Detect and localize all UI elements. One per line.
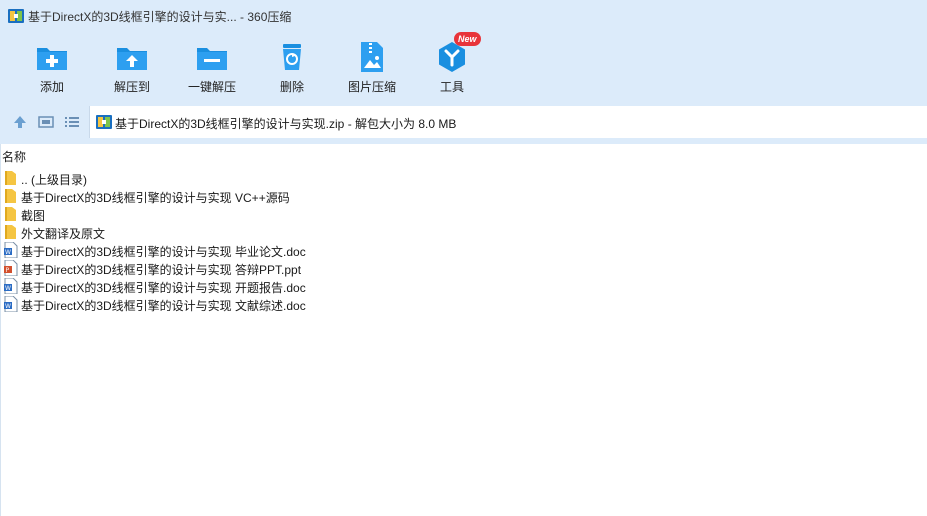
- delete-label: 删除: [279, 80, 304, 94]
- svg-text:W: W: [5, 303, 11, 310]
- file-name: 基于DirectX的3D线框引擎的设计与实现 毕业论文.doc: [21, 245, 306, 259]
- svg-text:P: P: [6, 267, 10, 274]
- archive-app-icon: [8, 9, 24, 23]
- extract-to-button[interactable]: 解压到: [92, 36, 172, 98]
- add-icon: [37, 48, 67, 70]
- list-item-file[interactable]: W 基于DirectX的3D线框引擎的设计与实现 开题报告.doc: [0, 277, 927, 295]
- window-title: 基于DirectX的3D线框引擎的设计与实... - 360压缩: [28, 10, 292, 24]
- svg-text:W: W: [5, 249, 11, 256]
- file-name: 基于DirectX的3D线框引擎的设计与实现 答辩PPT.ppt: [21, 263, 302, 277]
- list-item-file[interactable]: P 基于DirectX的3D线框引擎的设计与实现 答辩PPT.ppt: [0, 259, 927, 277]
- delete-button[interactable]: 删除: [252, 36, 332, 98]
- archive-path-text: 基于DirectX的3D线框引擎的设计与实现.zip - 解包大小为 8.0 M…: [115, 117, 457, 131]
- list-item-file[interactable]: W 基于DirectX的3D线框引擎的设计与实现 文献综述.doc: [0, 295, 927, 313]
- word-document-icon: W: [4, 296, 18, 312]
- list-item-folder[interactable]: 截图: [0, 205, 927, 223]
- list-item-folder[interactable]: 外文翻译及原文: [0, 223, 927, 241]
- folder-icon: [5, 225, 16, 239]
- image-compress-icon: [361, 42, 383, 72]
- image-compress-button[interactable]: 图片压缩: [332, 36, 412, 98]
- add-button[interactable]: 添加: [12, 36, 92, 98]
- column-header[interactable]: 名称: [0, 147, 927, 165]
- folder-icon: [5, 207, 16, 221]
- file-name: 基于DirectX的3D线框引擎的设计与实现 开题报告.doc: [21, 281, 306, 295]
- folder-icon: [5, 171, 16, 185]
- file-name: 基于DirectX的3D线框引擎的设计与实现 VC++源码: [21, 191, 290, 205]
- tools-button[interactable]: New 工具: [412, 32, 492, 98]
- word-document-icon: W: [4, 278, 18, 294]
- list-item-folder[interactable]: 基于DirectX的3D线框引擎的设计与实现 VC++源码: [0, 187, 927, 205]
- column-name-header[interactable]: 名称: [2, 148, 26, 165]
- delete-icon: [283, 44, 301, 70]
- word-document-icon: W: [4, 242, 18, 258]
- extract-to-icon: [117, 48, 147, 70]
- list-item-file[interactable]: W 基于DirectX的3D线框引擎的设计与实现 毕业论文.doc: [0, 241, 927, 259]
- extract-to-label: 解压到: [113, 80, 150, 94]
- new-badge: New: [454, 32, 481, 46]
- folder-icon: [5, 189, 16, 203]
- up-level-icon[interactable]: [12, 114, 28, 130]
- title-bar: 基于DirectX的3D线框引擎的设计与实... - 360压缩: [0, 0, 927, 32]
- path-field[interactable]: 基于DirectX的3D线框引擎的设计与实现.zip - 解包大小为 8.0 M…: [89, 106, 927, 138]
- zip-file-icon: [96, 115, 112, 129]
- image-compress-label: 图片压缩: [347, 80, 396, 94]
- add-label: 添加: [39, 80, 64, 94]
- file-name: .. (上级目录): [21, 173, 87, 187]
- one-click-extract-label: 一键解压: [187, 80, 236, 94]
- file-name: 基于DirectX的3D线框引擎的设计与实现 文献综述.doc: [21, 299, 306, 313]
- svg-text:W: W: [5, 285, 11, 292]
- address-bar: 基于DirectX的3D线框引擎的设计与实现.zip - 解包大小为 8.0 M…: [0, 106, 927, 138]
- thumbnail-view-icon[interactable]: [38, 114, 54, 130]
- toolbar: 添加 解压到 一键解压 删除 图片压缩 New 工具: [0, 32, 927, 98]
- tools-label: 工具: [439, 80, 464, 94]
- file-name: 截图: [21, 209, 46, 223]
- one-click-extract-icon: [197, 48, 227, 70]
- archive-window: 基于DirectX的3D线框引擎的设计与实... - 360压缩 添加 解压到: [0, 0, 927, 516]
- one-click-extract-button[interactable]: 一键解压: [172, 36, 252, 98]
- list-item-parent-directory[interactable]: .. (上级目录): [0, 169, 927, 187]
- list-view-icon[interactable]: [64, 114, 80, 130]
- file-name: 外文翻译及原文: [21, 227, 106, 241]
- powerpoint-document-icon: P: [4, 260, 18, 276]
